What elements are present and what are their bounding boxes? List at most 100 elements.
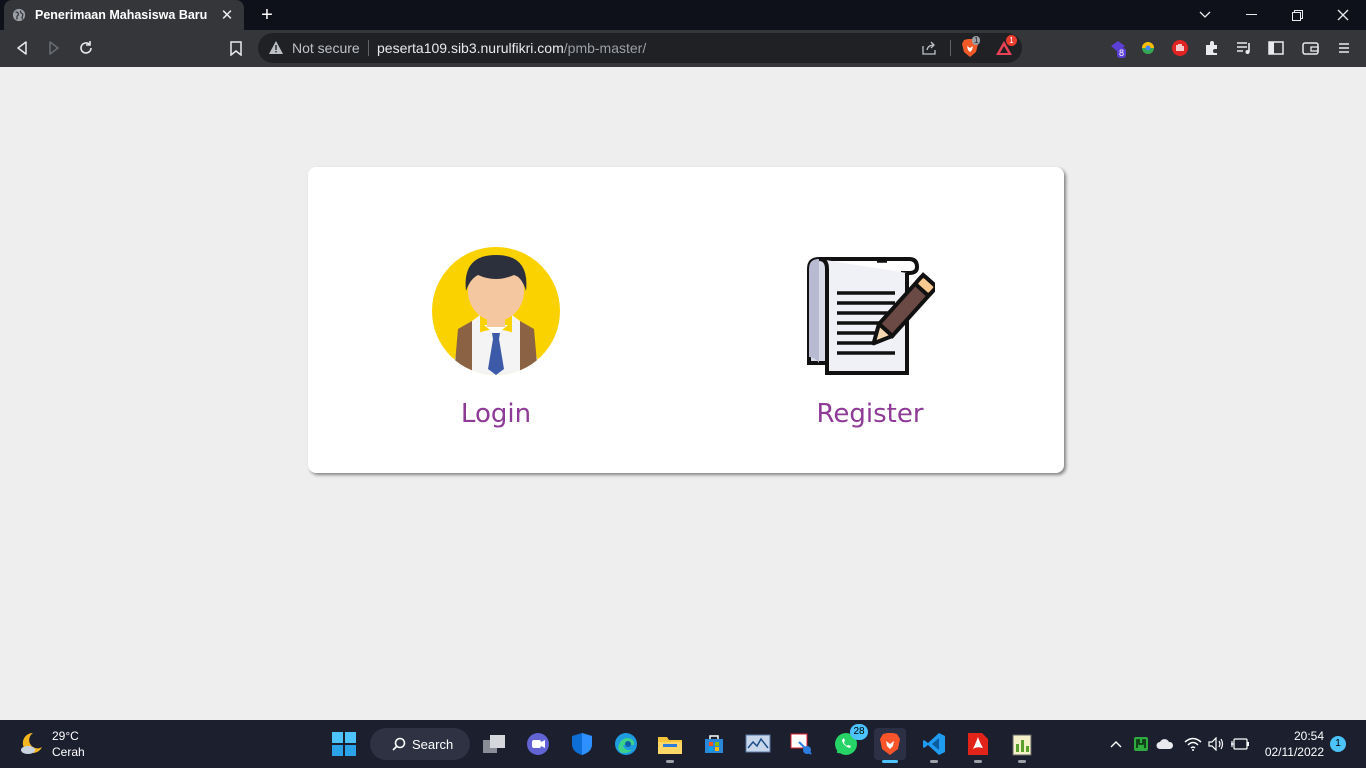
show-hidden-icons-button[interactable] — [1106, 734, 1126, 754]
task-view-button[interactable] — [478, 728, 510, 760]
running-indicator — [974, 760, 982, 763]
battery-button[interactable] — [1230, 734, 1250, 754]
file-explorer-button[interactable] — [654, 728, 686, 763]
start-button[interactable] — [332, 732, 356, 761]
photos-app-button[interactable] — [742, 728, 774, 760]
search-icon — [392, 737, 406, 751]
brave-lion-icon — [880, 733, 900, 755]
weather-text: 29°C Cerah — [52, 728, 85, 760]
login-link[interactable]: Login — [432, 247, 560, 429]
restore-icon — [1291, 9, 1303, 21]
store-bag-icon — [705, 735, 723, 753]
edge-button[interactable] — [610, 728, 642, 760]
task-view-icon — [483, 735, 505, 753]
extension-3-button[interactable] — [1170, 38, 1190, 58]
chat-video-icon — [527, 733, 549, 755]
wallet-button[interactable] — [1300, 38, 1320, 58]
extension-1-button[interactable]: 8 — [1108, 38, 1128, 58]
teams-chat-button[interactable] — [522, 728, 554, 760]
search-label: Search — [412, 736, 454, 752]
running-indicator — [666, 760, 674, 763]
tray-app-green[interactable] — [1131, 734, 1151, 754]
speaker-icon — [1208, 737, 1224, 751]
security-label[interactable]: Not secure — [292, 40, 360, 56]
puzzle-icon — [1206, 41, 1217, 55]
document-pencil-icon — [807, 257, 935, 375]
brave-rewards-button[interactable]: 1 — [994, 35, 1017, 58]
url-path: /pmb-master/ — [563, 40, 647, 56]
clock[interactable]: 20:54 02/11/2022 — [1258, 728, 1324, 760]
weather-temp: 29°C — [52, 729, 79, 743]
notification-badge[interactable]: 1 — [1330, 736, 1346, 752]
new-tab-button[interactable]: + — [256, 4, 278, 26]
monitor-chart-icon — [745, 734, 771, 753]
windows-logo-icon — [332, 732, 356, 756]
security-app-button[interactable] — [566, 728, 598, 760]
weather-condition: Cerah — [52, 745, 85, 759]
pdf-reader-button[interactable] — [962, 728, 994, 763]
address-divider — [368, 40, 369, 56]
register-label: Register — [816, 399, 924, 429]
media-button[interactable] — [1234, 38, 1254, 58]
browser-tab[interactable]: Penerimaan Mahasiswa Baru ✕ — [4, 0, 244, 30]
forward-button[interactable] — [42, 36, 66, 60]
edge-browser-icon — [615, 733, 637, 755]
bookmark-button[interactable] — [224, 36, 248, 60]
colorful-extension-icon — [1142, 42, 1154, 54]
warning-icon — [269, 41, 283, 54]
address-bar[interactable]: Not secure peserta109.sib3.nurulfikri.co… — [258, 33, 1022, 63]
student-avatar-icon — [432, 247, 560, 375]
tab-search-button[interactable] — [1182, 0, 1228, 30]
snipping-tool-button[interactable] — [786, 728, 818, 760]
url-text[interactable]: peserta109.sib3.nurulfikri.com/pmb-maste… — [377, 40, 646, 56]
back-arrow-icon — [17, 41, 27, 55]
onedrive-button[interactable] — [1155, 734, 1175, 754]
bookmark-icon — [230, 40, 242, 56]
reload-button[interactable] — [74, 36, 98, 60]
volume-button[interactable] — [1206, 734, 1226, 754]
browser-toolbar: Not secure peserta109.sib3.nurulfikri.co… — [0, 30, 1366, 67]
share-button[interactable] — [920, 38, 940, 58]
sidebar-button[interactable] — [1266, 38, 1286, 58]
menu-button[interactable] — [1334, 38, 1354, 58]
share-icon — [922, 41, 936, 55]
whatsapp-button[interactable]: 28 — [830, 724, 868, 760]
chevron-up-icon — [1110, 741, 1122, 748]
minimize-button[interactable] — [1228, 0, 1274, 30]
cloud-icon — [1156, 739, 1174, 749]
back-button[interactable] — [10, 36, 34, 60]
shield-icon — [572, 733, 592, 755]
close-window-button[interactable] — [1320, 0, 1366, 30]
running-indicator — [930, 760, 938, 763]
taskbar-search[interactable]: Search — [370, 728, 470, 760]
wifi-icon — [1184, 737, 1202, 751]
weather-widget[interactable]: 29°C Cerah — [18, 728, 85, 760]
whatsapp-badge: 28 — [850, 724, 868, 740]
chevron-down-icon — [1199, 11, 1211, 18]
taskbar: 29°C Cerah Search 28 20:54 02/11/2022 1 — [0, 720, 1366, 768]
notepad-plus-button[interactable] — [1006, 728, 1038, 763]
close-icon — [1337, 9, 1349, 21]
moon-cloud-icon — [21, 732, 42, 754]
rewards-badge: 1 — [1006, 35, 1017, 46]
menu-card: Login Register — [308, 167, 1064, 473]
running-indicator — [1018, 760, 1026, 763]
brave-shields-button[interactable]: 1 — [960, 36, 981, 58]
store-button[interactable] — [698, 728, 730, 760]
tab-title: Penerimaan Mahasiswa Baru — [35, 8, 208, 22]
vscode-button[interactable] — [918, 728, 950, 763]
extension-2-button[interactable] — [1138, 38, 1158, 58]
forward-arrow-icon — [49, 41, 59, 55]
pdf-icon — [968, 733, 988, 755]
scissors-icon — [790, 733, 812, 755]
restore-button[interactable] — [1274, 0, 1320, 30]
wifi-button[interactable] — [1183, 734, 1203, 754]
shields-badge: 1 — [972, 36, 981, 45]
hand-stop-icon — [1172, 40, 1188, 56]
brave-browser-button[interactable] — [874, 728, 906, 763]
extensions-button[interactable] — [1202, 38, 1222, 58]
globe-icon — [12, 8, 26, 22]
minimize-icon — [1245, 14, 1257, 15]
register-link[interactable]: Register — [795, 247, 945, 429]
tab-close-icon[interactable]: ✕ — [218, 6, 236, 24]
